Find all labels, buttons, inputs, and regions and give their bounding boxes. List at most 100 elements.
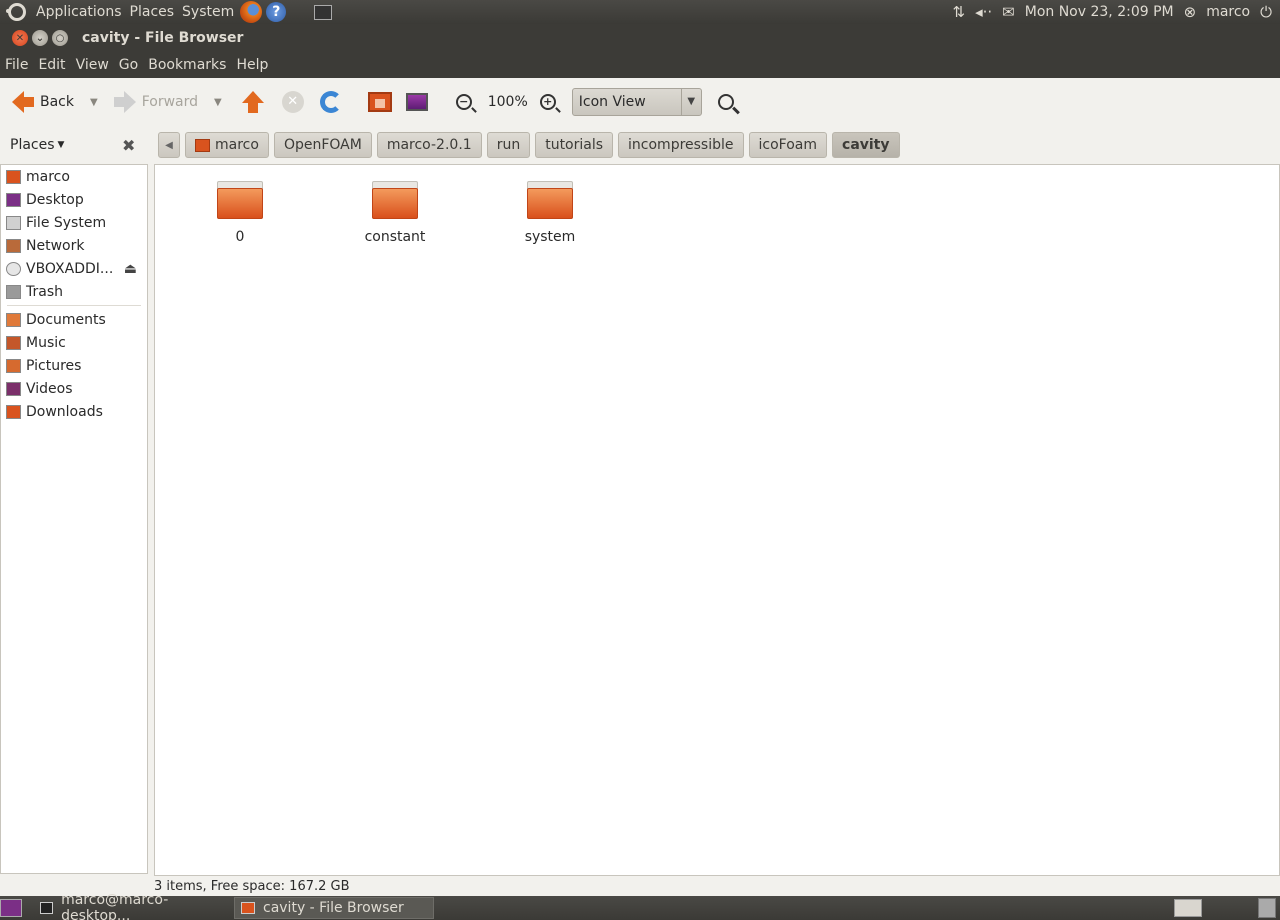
maximize-window-button[interactable]: ○ (52, 30, 68, 46)
breadcrumb-run[interactable]: run (486, 132, 531, 158)
sidebar-item-music[interactable]: Music (1, 331, 147, 354)
breadcrumb-tutorials[interactable]: tutorials (535, 132, 614, 158)
volume-icon[interactable]: ◂·· (975, 3, 992, 21)
music-folder-icon (6, 335, 21, 350)
menu-help[interactable]: Help (231, 57, 273, 73)
view-mode-select[interactable]: Icon View ▼ (571, 88, 702, 116)
file-item[interactable]: constant (345, 181, 445, 245)
network-icon (6, 238, 21, 253)
breadcrumb-icofoam[interactable]: icoFoam (748, 132, 828, 158)
sidebar-item-network[interactable]: Network (1, 234, 147, 257)
downloads-folder-icon (6, 404, 21, 419)
close-window-button[interactable]: ✕ (12, 30, 28, 46)
back-history-dropdown[interactable]: ▼ (90, 97, 98, 108)
trash-icon[interactable] (1258, 898, 1276, 918)
sidebar-item-downloads[interactable]: Downloads (1, 400, 147, 423)
file-name: constant (364, 229, 426, 245)
power-icon[interactable]: ⏻ (1260, 3, 1272, 21)
zoom-in-button[interactable]: + (538, 85, 558, 119)
file-item[interactable]: 0 (190, 181, 290, 245)
terminal-launcher-icon[interactable] (314, 4, 333, 20)
breadcrumb-scroll-left-button[interactable]: ◀ (158, 132, 180, 158)
zoom-out-button[interactable]: − (454, 85, 474, 119)
folder-icon (217, 181, 263, 221)
breadcrumb-incompressible[interactable]: incompressible (618, 132, 744, 158)
taskbar-item-terminal[interactable]: marco@marco-desktop... (34, 892, 230, 920)
sidebar-separator (7, 305, 141, 306)
terminal-icon (40, 902, 54, 914)
mail-icon[interactable]: ✉ (1002, 3, 1015, 21)
zoom-level[interactable]: 100% (488, 94, 528, 110)
menu-edit[interactable]: Edit (33, 57, 70, 73)
ubuntu-logo-icon[interactable] (6, 3, 26, 21)
breadcrumb-cavity[interactable]: cavity (832, 132, 900, 158)
breadcrumb-openfoam[interactable]: OpenFOAM (273, 132, 372, 158)
trash-icon (6, 284, 21, 299)
applications-menu[interactable]: Applications (32, 0, 126, 24)
workspace-switcher[interactable] (1174, 899, 1202, 917)
chevron-down-icon: ▼ (57, 140, 65, 150)
reload-icon (319, 91, 342, 113)
show-desktop-icon[interactable] (0, 899, 22, 917)
toolbar: Back ▼ Forward ▼ ✕ − 100% + Icon View ▼ (0, 78, 1280, 126)
file-name: system (524, 229, 576, 245)
videos-folder-icon (6, 381, 21, 396)
stop-icon: ✕ (281, 91, 304, 113)
help-icon[interactable]: ? (266, 2, 287, 22)
firefox-icon[interactable] (240, 1, 263, 23)
network-status-icon[interactable]: ⇅ (953, 3, 966, 21)
user-name[interactable]: marco (1206, 4, 1250, 20)
view-mode-value: Icon View (578, 94, 646, 110)
places-menu[interactable]: Places (126, 0, 179, 24)
sidebar-item-pictures[interactable]: Pictures (1, 354, 147, 377)
breadcrumb-marco[interactable]: marco (185, 132, 269, 158)
eject-icon[interactable]: ⏏ (124, 261, 137, 277)
taskbar-item-file-browser[interactable]: cavity - File Browser (234, 897, 434, 919)
cdrom-icon (6, 261, 21, 276)
forward-history-dropdown[interactable]: ▼ (214, 97, 222, 108)
sidebar-item-filesystem[interactable]: File System (1, 211, 147, 234)
folder-icon (372, 181, 418, 221)
window-title: cavity - File Browser (82, 30, 244, 46)
close-sidebar-button[interactable]: ✖ (122, 136, 135, 155)
top-panel: Applications Places System ? ⇅ ◂·· ✉ Mon… (0, 0, 1280, 24)
zoom-out-icon: − (455, 94, 472, 110)
file-name: 0 (235, 229, 245, 245)
file-view[interactable]: 0 constant system (154, 164, 1280, 876)
menu-file[interactable]: File (0, 57, 33, 73)
menu-bookmarks[interactable]: Bookmarks (143, 57, 231, 73)
forward-button[interactable]: Forward (112, 85, 200, 119)
breadcrumb: ◀ marco OpenFOAM marco-2.0.1 run tutoria… (158, 132, 900, 158)
sidebar-item-trash[interactable]: Trash (1, 280, 147, 303)
reload-button[interactable] (318, 85, 344, 119)
sidebar-item-home[interactable]: marco (1, 165, 147, 188)
search-icon (717, 94, 734, 110)
back-button[interactable]: Back (10, 85, 76, 119)
menu-view[interactable]: View (71, 57, 114, 73)
file-browser-icon (241, 902, 255, 914)
sidebar-item-videos[interactable]: Videos (1, 377, 147, 400)
sidebar-item-desktop[interactable]: Desktop (1, 188, 147, 211)
minimize-window-button[interactable]: ⌄ (32, 30, 48, 46)
back-label: Back (40, 94, 74, 110)
sidebar-item-cdrom[interactable]: VBOXADDI... ⏏ (1, 257, 147, 280)
menu-go[interactable]: Go (114, 57, 143, 73)
desktop-icon (6, 192, 21, 207)
clock[interactable]: Mon Nov 23, 2:09 PM (1025, 4, 1174, 20)
home-folder-icon (6, 169, 21, 184)
search-button[interactable] (716, 85, 736, 119)
drive-icon (6, 215, 21, 230)
breadcrumb-marco-2-0-1[interactable]: marco-2.0.1 (376, 132, 482, 158)
pictures-folder-icon (6, 358, 21, 373)
menubar: File Edit View Go Bookmarks Help (0, 52, 1280, 78)
places-sidebar: marco Desktop File System Network VBOXAD… (0, 164, 148, 874)
stop-button[interactable]: ✕ (280, 85, 306, 119)
up-button[interactable] (240, 85, 266, 119)
system-menu[interactable]: System (178, 0, 238, 24)
computer-button[interactable] (404, 85, 430, 119)
sidebar-item-documents[interactable]: Documents (1, 308, 147, 331)
file-item[interactable]: system (500, 181, 600, 245)
window-titlebar[interactable]: ✕ ⌄ ○ cavity - File Browser (0, 24, 1280, 52)
up-arrow-icon (241, 91, 264, 103)
home-button[interactable] (366, 85, 394, 119)
